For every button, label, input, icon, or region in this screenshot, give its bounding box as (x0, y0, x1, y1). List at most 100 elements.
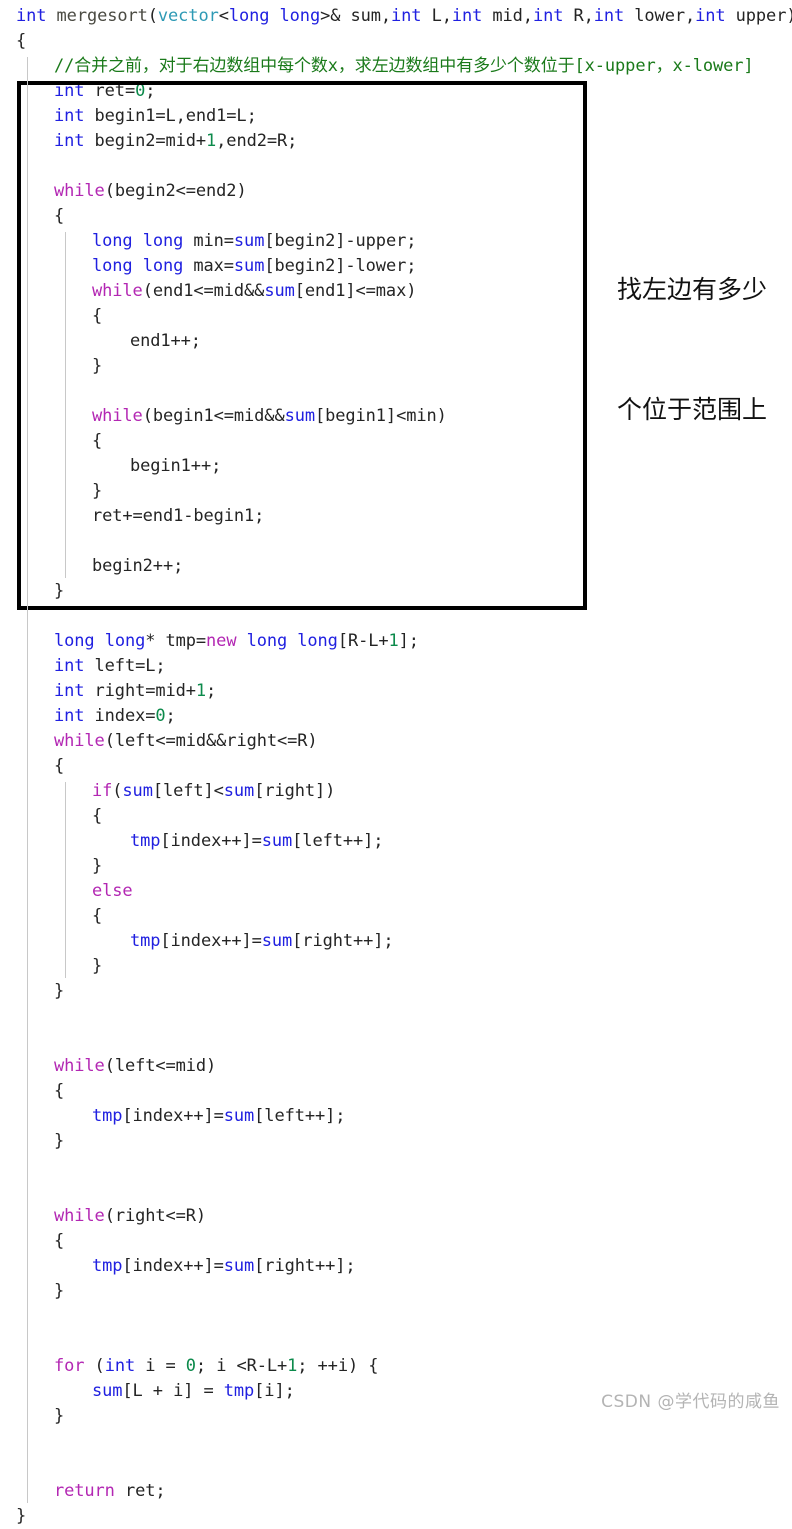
code-token: tmp (92, 1256, 123, 1276)
code-token: [left++]; (292, 831, 384, 851)
code-token: long (297, 631, 338, 651)
code-token: [index++]= (160, 931, 262, 951)
code-token: [L + i] = (122, 1381, 224, 1401)
code-line: } (0, 1504, 792, 1529)
code-line-text: { (0, 804, 102, 829)
code-token: [left++]; (254, 1106, 346, 1126)
code-line (0, 1004, 792, 1029)
code-token: sum (122, 781, 153, 801)
code-token: int (532, 6, 564, 26)
code-token: long long (228, 6, 321, 26)
code-token: { (54, 206, 65, 226)
code-line (0, 1179, 792, 1204)
code-line: //合并之前，对于右边数组中每个数x，求左边数组中有多少个数位于[x-upper… (0, 54, 792, 79)
code-line-text: } (0, 954, 102, 979)
code-line: { (0, 1229, 792, 1254)
code-token: int (451, 6, 483, 26)
code-line-text: int begin2=mid+1,end2=R; (0, 129, 297, 154)
code-line: if(sum[left]<sum[right]) (0, 779, 792, 804)
code-token: sum (261, 831, 293, 851)
code-screenshot-surface: int mergesort(vector<long long>& sum,int… (0, 0, 792, 1526)
code-line-text: if(sum[left]<sum[right]) (0, 779, 335, 804)
code-token: return (54, 1481, 115, 1501)
code-line (0, 604, 792, 629)
code-line: tmp[index++]=sum[left++]; (0, 1104, 792, 1129)
code-line-text: int begin1=L,end1=L; (0, 104, 257, 129)
code-line: } (0, 1129, 792, 1154)
code-line-text: } (0, 1279, 64, 1304)
code-token: begin1++; (130, 456, 222, 476)
code-line-text: } (0, 354, 102, 379)
code-line (0, 1304, 792, 1329)
code-line: } (0, 854, 792, 879)
code-line (0, 1454, 792, 1479)
code-token: sum (92, 1381, 123, 1401)
code-line: tmp[index++]=sum[right++]; (0, 929, 792, 954)
code-line-text: while(end1<=mid&&sum[end1]<=max) (0, 279, 416, 304)
code-line-text: int left=L; (0, 654, 166, 679)
code-token: int (54, 681, 85, 701)
code-line (0, 529, 792, 554)
csdn-watermark: CSDN @学代码的咸鱼 (601, 1392, 780, 1412)
code-token: [index++]= (160, 831, 262, 851)
annotation-line-2: 个位于范围上 (617, 395, 768, 424)
code-token: 1 (287, 1356, 298, 1376)
code-token: vector (157, 6, 219, 26)
code-token: { (54, 1231, 65, 1251)
code-line-text: while(left<=mid&&right<=R) (0, 729, 318, 754)
code-token: [right]) (254, 781, 336, 801)
code-token: min= (183, 231, 234, 251)
indent-guide (65, 782, 66, 978)
code-token: long (54, 631, 95, 651)
code-line-text: int right=mid+1; (0, 679, 216, 704)
code-token: [i]; (254, 1381, 295, 1401)
code-token: ]; (398, 631, 419, 651)
code-line-text: tmp[index++]=sum[left++]; (0, 1104, 345, 1129)
code-line-text: ret+=end1-begin1; (0, 504, 264, 529)
code-token: { (92, 806, 103, 826)
code-line: for (int i = 0; i <R-L+1; ++i) { (0, 1354, 792, 1379)
code-token: [right++]; (254, 1256, 356, 1276)
code-line-text: while(begin1<=mid&&sum[begin1]<min) (0, 404, 447, 429)
code-line-text: long long* tmp=new long long[R-L+1]; (0, 629, 419, 654)
code-token: 1 (388, 631, 399, 651)
code-token: 1 (206, 131, 217, 151)
code-token: right=mid+ (84, 681, 196, 701)
code-token: int (391, 6, 422, 26)
code-token: } (54, 1131, 65, 1151)
code-line: return ret; (0, 1479, 792, 1504)
code-line-text: begin1++; (0, 454, 221, 479)
code-line-text: { (0, 904, 102, 929)
code-token: (end1<=mid&& (142, 281, 265, 301)
code-line: } (0, 579, 792, 604)
code-line-text: end1++; (0, 329, 201, 354)
code-token: { (92, 431, 103, 451)
code-token: ret+=end1-begin1; (92, 506, 265, 526)
code-token: upper) (725, 6, 792, 26)
code-token: int (54, 106, 85, 126)
code-line: while(right<=R) (0, 1204, 792, 1229)
code-token: lower, (624, 6, 696, 26)
code-token: [index++]= (122, 1106, 224, 1126)
code-token: for (54, 1356, 85, 1376)
code-token: sum (264, 281, 295, 301)
code-line-text: while(right<=R) (0, 1204, 206, 1229)
code-token: long (104, 631, 146, 651)
code-token: } (92, 356, 103, 376)
code-token: index= (84, 706, 156, 726)
code-line: { (0, 754, 792, 779)
code-line-text: } (0, 1504, 26, 1529)
code-token: ; i <R-L+ (195, 1356, 288, 1376)
code-token: while (54, 181, 105, 201)
code-line-text: { (0, 754, 64, 779)
